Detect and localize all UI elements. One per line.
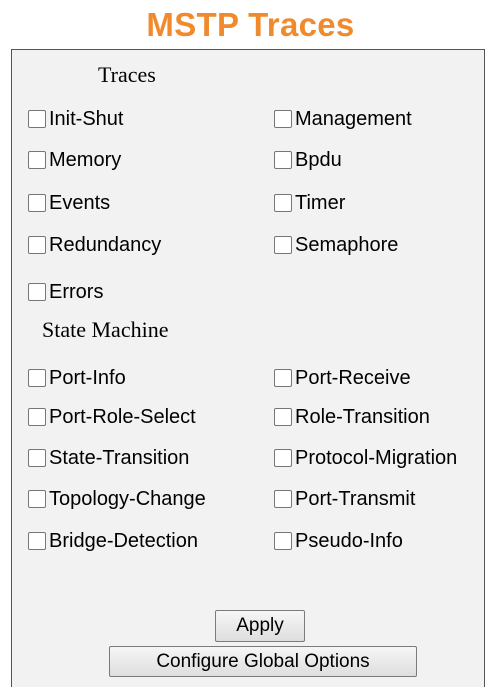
- checkbox-box[interactable]: [274, 449, 292, 467]
- checkbox-port-transmit[interactable]: Port-Transmit: [274, 486, 415, 512]
- checkbox-state-transition[interactable]: State-Transition: [28, 445, 189, 471]
- checkbox-box[interactable]: [28, 408, 46, 426]
- checkbox-box[interactable]: [28, 151, 46, 169]
- checkbox-label: Port-Receive: [295, 366, 411, 389]
- checkbox-semaphore[interactable]: Semaphore: [274, 232, 398, 258]
- checkbox-box[interactable]: [274, 236, 292, 254]
- traces-panel: Traces Init-Shut Management Memory Bpdu …: [11, 49, 485, 687]
- traces-heading: Traces: [98, 62, 156, 87]
- checkbox-box[interactable]: [28, 194, 46, 212]
- checkbox-redundancy[interactable]: Redundancy: [28, 232, 161, 258]
- checkbox-events[interactable]: Events: [28, 190, 110, 216]
- checkbox-box[interactable]: [274, 151, 292, 169]
- checkbox-box[interactable]: [274, 408, 292, 426]
- checkbox-port-role-select[interactable]: Port-Role-Select: [28, 404, 196, 430]
- checkbox-role-transition[interactable]: Role-Transition: [274, 404, 430, 430]
- checkbox-box[interactable]: [28, 449, 46, 467]
- checkbox-box[interactable]: [28, 369, 46, 387]
- checkbox-bpdu[interactable]: Bpdu: [274, 147, 342, 173]
- checkbox-label: Events: [49, 191, 111, 214]
- checkbox-box[interactable]: [274, 110, 292, 128]
- checkbox-label: State-Transition: [49, 446, 190, 469]
- checkbox-label: Semaphore: [295, 233, 399, 256]
- checkbox-label: Protocol-Migration: [295, 446, 458, 469]
- checkbox-port-info[interactable]: Port-Info: [28, 365, 126, 391]
- checkbox-label: Pseudo-Info: [295, 529, 403, 552]
- checkbox-label: Port-Role-Select: [49, 405, 196, 428]
- checkbox-label: Bpdu: [295, 148, 342, 171]
- state-machine-heading: State Machine: [42, 317, 169, 342]
- checkbox-errors[interactable]: Errors: [28, 279, 103, 305]
- checkbox-memory[interactable]: Memory: [28, 147, 121, 173]
- checkbox-label: Role-Transition: [295, 405, 430, 428]
- checkbox-init-shut[interactable]: Init-Shut: [28, 106, 123, 132]
- checkbox-box[interactable]: [28, 236, 46, 254]
- checkbox-label: Init-Shut: [49, 107, 124, 130]
- checkbox-label: Timer: [295, 191, 346, 214]
- checkbox-box[interactable]: [28, 532, 46, 550]
- checkbox-box[interactable]: [274, 369, 292, 387]
- checkbox-label: Errors: [49, 280, 104, 303]
- checkbox-timer[interactable]: Timer: [274, 190, 345, 216]
- checkbox-label: Port-Info: [49, 366, 126, 389]
- checkbox-topology-change[interactable]: Topology-Change: [28, 486, 206, 512]
- checkbox-box[interactable]: [274, 194, 292, 212]
- checkbox-label: Topology-Change: [49, 487, 206, 510]
- checkbox-label: Bridge-Detection: [49, 529, 198, 552]
- checkbox-label: Redundancy: [49, 233, 162, 256]
- checkbox-label: Port-Transmit: [295, 487, 416, 510]
- configure-global-options-button[interactable]: Configure Global Options: [109, 646, 417, 677]
- checkbox-protocol-migration[interactable]: Protocol-Migration: [274, 445, 457, 471]
- checkbox-bridge-detection[interactable]: Bridge-Detection: [28, 528, 198, 554]
- page-title: MSTP Traces: [146, 6, 355, 43]
- apply-button[interactable]: Apply: [215, 610, 305, 642]
- checkbox-box[interactable]: [274, 532, 292, 550]
- checkbox-label: Memory: [49, 148, 122, 171]
- checkbox-box[interactable]: [28, 490, 46, 508]
- checkbox-pseudo-info[interactable]: Pseudo-Info: [274, 528, 403, 554]
- checkbox-port-receive[interactable]: Port-Receive: [274, 365, 411, 391]
- checkbox-label: Management: [295, 107, 412, 130]
- checkbox-management[interactable]: Management: [274, 106, 412, 132]
- checkbox-box[interactable]: [28, 110, 46, 128]
- checkbox-box[interactable]: [274, 490, 292, 508]
- checkbox-box[interactable]: [28, 283, 46, 301]
